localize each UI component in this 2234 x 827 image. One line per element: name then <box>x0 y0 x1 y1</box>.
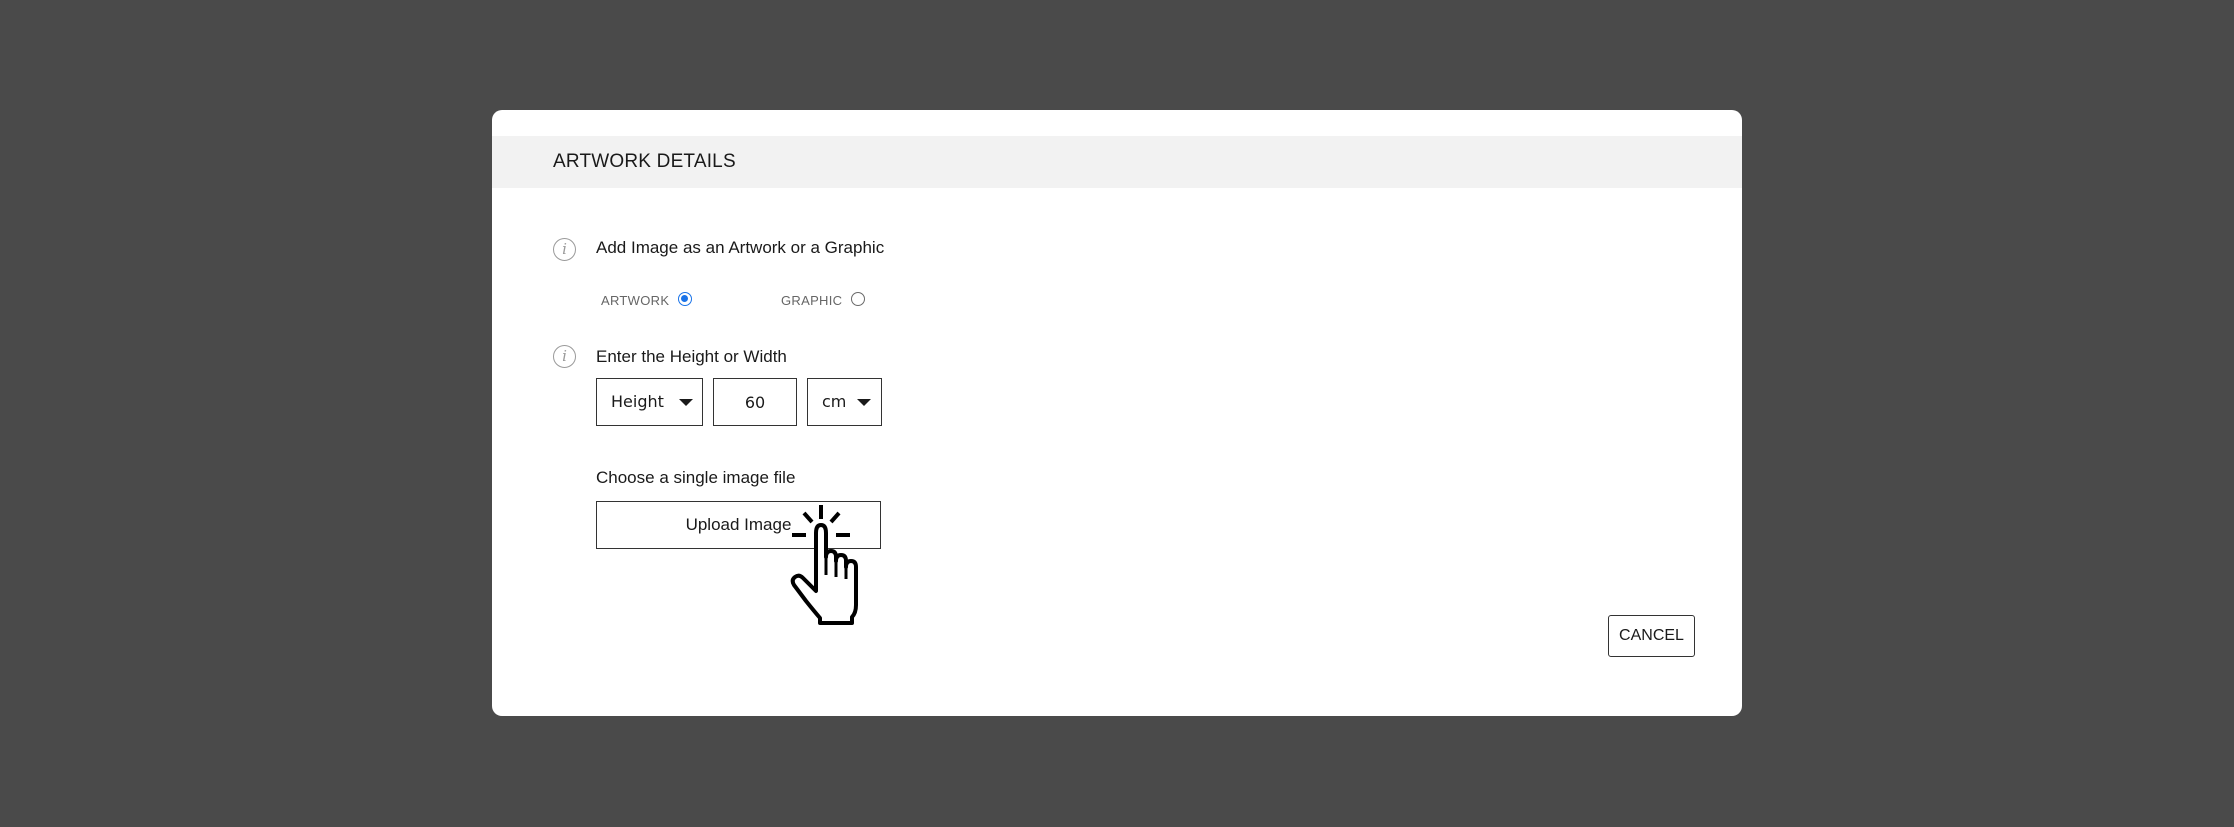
artwork-radio-label: ARTWORK <box>601 293 670 308</box>
measure-select-value: Height <box>611 392 664 411</box>
info-icon[interactable]: i <box>553 238 576 261</box>
dialog-title: ARTWORK DETAILS <box>553 151 736 172</box>
artwork-details-dialog: ARTWORK DETAILS i Add Image as an Artwor… <box>492 110 1742 716</box>
dialog-header: ARTWORK DETAILS <box>492 136 1742 188</box>
info-icon[interactable]: i <box>553 345 576 368</box>
dimension-value-input[interactable] <box>713 378 797 426</box>
artwork-type-prompt: Add Image as an Artwork or a Graphic <box>596 238 885 257</box>
chevron-down-icon <box>857 399 871 406</box>
artwork-radio[interactable] <box>678 292 692 306</box>
chevron-down-icon <box>679 399 693 406</box>
dimension-prompt: Enter the Height or Width <box>596 347 787 366</box>
hand-pointer-click-icon <box>790 505 858 625</box>
unit-select-value: cm <box>822 392 847 411</box>
cancel-button[interactable]: CANCEL <box>1608 615 1695 657</box>
upload-prompt: Choose a single image file <box>596 468 796 487</box>
measure-select[interactable]: Height <box>596 378 703 426</box>
unit-select[interactable]: cm <box>807 378 882 426</box>
graphic-radio[interactable] <box>851 292 865 306</box>
graphic-radio-label: GRAPHIC <box>781 293 843 308</box>
